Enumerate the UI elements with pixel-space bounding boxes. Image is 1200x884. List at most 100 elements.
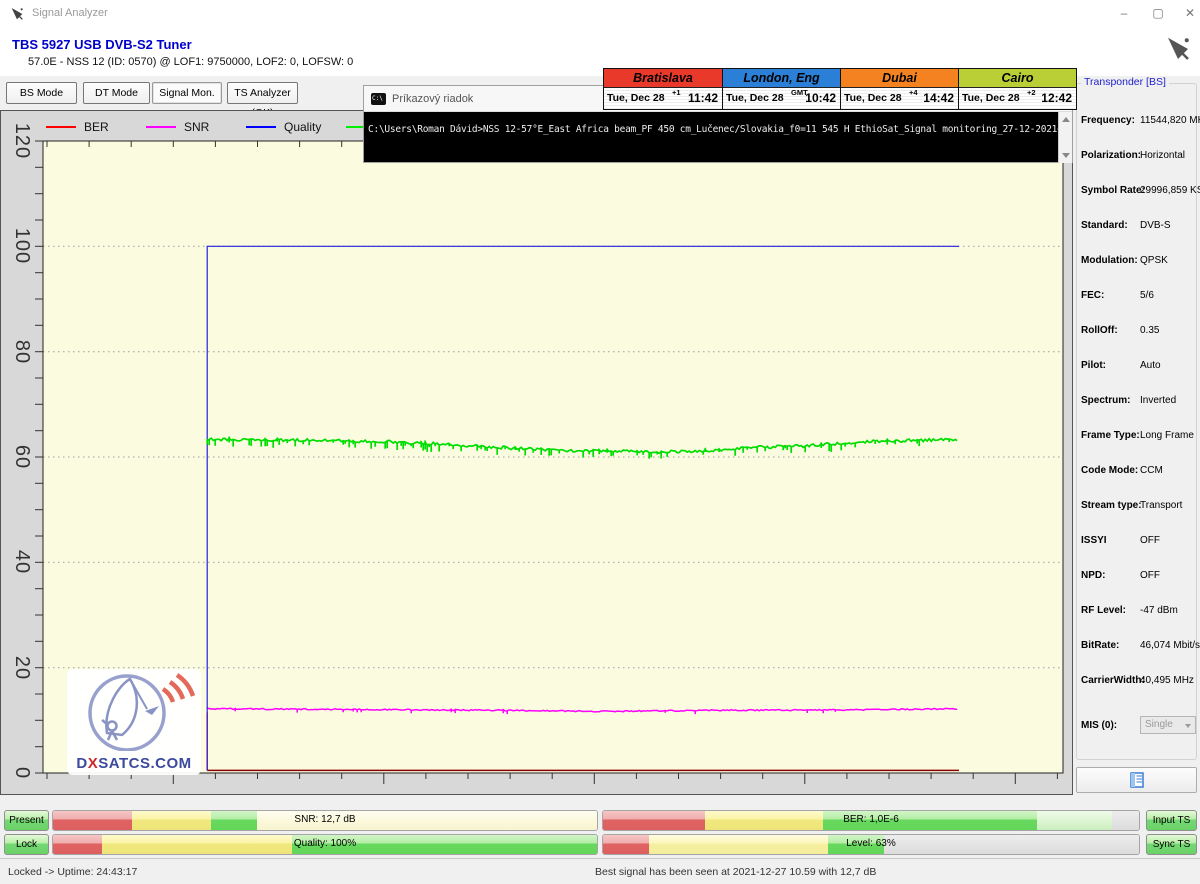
device-title: TBS 5927 USB DVB-S2 Tuner xyxy=(12,37,192,52)
transponder-value: 46,074 Mbit/s xyxy=(1140,640,1200,651)
level-meter-text: Level: 63% xyxy=(603,838,1139,849)
transponder-label: Spectrum: xyxy=(1081,395,1130,406)
transponder-row: NPD: OFF xyxy=(1081,570,1195,584)
clock-date-time: Tue, Dec 28GMT10:42 xyxy=(723,88,840,109)
list-icon xyxy=(1130,772,1144,788)
transponder-value: QPSK xyxy=(1140,255,1168,266)
toolbar-button-ts-analyzer-ok[interactable]: TS Analyzer (OK) xyxy=(227,82,298,104)
transponder-row: Frequency:11544,820 MHz xyxy=(1081,115,1195,129)
toolbar-button-dt-mode[interactable]: DT Mode xyxy=(83,82,150,104)
transponder-value: CCM xyxy=(1140,465,1163,476)
transponder-label: Frame Type: xyxy=(1081,430,1140,441)
titlebar: Signal Analyzer – ▢ ✕ xyxy=(0,0,1200,28)
transponder-label: Code Mode: xyxy=(1081,465,1138,476)
transponder-label: MIS (0): xyxy=(1081,720,1117,731)
transponder-row: Modulation:QPSK xyxy=(1081,255,1195,269)
transponder-groupbox: Transponder [BS] Frequency:11544,820 MHz… xyxy=(1076,83,1197,760)
transponder-row: Spectrum: Inverted xyxy=(1081,395,1195,409)
minimize-icon[interactable]: – xyxy=(1114,4,1134,22)
snr-meter-bar: SNR: 12,7 dB xyxy=(52,810,598,831)
signal-chart: BERSNRQualityLevel 020406080100120 DXSAT… xyxy=(0,110,1073,795)
transponder-label: BitRate: xyxy=(1081,640,1119,651)
transponder-row: Standard:DVB-S xyxy=(1081,220,1195,234)
dxsatcs-dish-graphic xyxy=(67,669,201,751)
console-scrollbar[interactable] xyxy=(1058,112,1072,163)
clock-bratislava: BratislavaTue, Dec 28+111:42 xyxy=(604,69,722,109)
ber-meter-text: BER: 1,0E-6 xyxy=(603,814,1139,825)
chevron-down-icon xyxy=(1185,724,1191,728)
transponder-label: RollOff: xyxy=(1081,325,1118,336)
transponder-label: CarrierWidth: xyxy=(1081,675,1145,686)
clock-date: Tue, Dec 28 xyxy=(962,92,1020,104)
y-axis-label: 20 xyxy=(8,651,36,685)
arrow-down-icon[interactable] xyxy=(1062,153,1070,158)
transponder-row: Frame Type:Long Frame xyxy=(1081,430,1195,444)
transponder-label: Frequency: xyxy=(1081,115,1135,126)
quality-meter-bar: Quality: 100% xyxy=(52,834,598,855)
clock-date-time: Tue, Dec 28+414:42 xyxy=(841,88,958,109)
clock-time: 11:42 xyxy=(688,91,718,105)
transponder-label: Modulation: xyxy=(1081,255,1138,266)
clock-utc-offset: +2 xyxy=(1027,88,1036,97)
lock-button[interactable]: Lock xyxy=(4,834,49,855)
cmd-prompt-icon: C:\ xyxy=(371,93,386,105)
clock-date-time: Tue, Dec 28 +2 12:42 xyxy=(959,88,1076,109)
toolbar-button-bs-mode[interactable]: BS Mode xyxy=(6,82,77,104)
window-title: Signal Analyzer xyxy=(32,7,108,19)
y-axis-label: 120 xyxy=(8,124,36,158)
transponder-label: Pilot: xyxy=(1081,360,1106,371)
transponder-row: Stream type:Transport xyxy=(1081,500,1195,514)
sync-ts-button[interactable]: Sync TS xyxy=(1146,834,1197,855)
toolbar-button-signal-mon[interactable]: Signal Mon. xyxy=(152,82,222,104)
signal-analyzer-window: Signal Analyzer – ▢ ✕ TBS 5927 USB DVB-S… xyxy=(0,0,1200,884)
transponder-list-button[interactable] xyxy=(1076,767,1197,793)
transponder-row: Pilot: Auto xyxy=(1081,360,1195,374)
clock-dubai: DubaiTue, Dec 28+414:42 xyxy=(840,69,958,109)
command-line-text: C:\Users\Roman Dávid>NSS 12-57°E_East Af… xyxy=(368,124,1058,135)
transponder-label: NPD: xyxy=(1081,570,1105,581)
window-header-area: Signal Analyzer – ▢ ✕ TBS 5927 USB DVB-S… xyxy=(0,0,1200,76)
clock-time: 10:42 xyxy=(805,91,836,105)
close-icon[interactable]: ✕ xyxy=(1180,4,1200,22)
dxsatcs-logo-text: DXSATCS.COM xyxy=(67,754,201,772)
tuning-info: 57.0E - NSS 12 (ID: 0570) @ LOF1: 975000… xyxy=(28,56,353,68)
transponder-value: Auto xyxy=(1140,360,1161,371)
ber-meter-bar: BER: 1,0E-6 xyxy=(602,810,1140,831)
clock-city-name: Dubai xyxy=(841,69,958,88)
transponder-value: Long Frame xyxy=(1140,430,1194,441)
transponder-label: Polarization: xyxy=(1081,150,1141,161)
transponder-value: 29996,859 KS/s xyxy=(1140,185,1200,196)
y-axis-label: 100 xyxy=(8,229,36,263)
mis-select[interactable]: Single xyxy=(1140,716,1196,734)
clock-date: Tue, Dec 28 xyxy=(844,92,902,104)
transponder-value: 11544,820 MHz xyxy=(1140,115,1200,126)
transponder-row: RF Level:-47 dBm xyxy=(1081,605,1195,619)
y-axis-label: 60 xyxy=(8,440,36,474)
transponder-value: Inverted xyxy=(1140,395,1176,406)
transponder-row: Symbol Rate:29996,859 KS/s xyxy=(1081,185,1195,199)
maximize-icon[interactable]: ▢ xyxy=(1148,4,1168,22)
transponder-row: BitRate:46,074 Mbit/s xyxy=(1081,640,1195,654)
present-button[interactable]: Present xyxy=(4,810,49,831)
transponder-value: 40,495 MHz xyxy=(1140,675,1194,686)
snr-meter-text: SNR: 12,7 dB xyxy=(53,814,597,825)
clock-city-name: Cairo xyxy=(959,69,1076,88)
transponder-row: FEC:5/6 xyxy=(1081,290,1195,304)
transponder-value: OFF xyxy=(1140,570,1160,581)
transponder-value: Horizontal xyxy=(1140,150,1185,161)
transponder-row: RollOff:0.35 xyxy=(1081,325,1195,339)
input-ts-button[interactable]: Input TS xyxy=(1146,810,1197,831)
transponder-row: Code Mode:CCM xyxy=(1081,465,1195,479)
transponder-value: -47 dBm xyxy=(1140,605,1178,616)
y-axis-label: 0 xyxy=(8,756,36,790)
transponder-row: CarrierWidth:40,495 MHz xyxy=(1081,675,1195,689)
clock-cairo: Cairo Tue, Dec 28 +2 12:42 xyxy=(958,69,1076,109)
transponder-value: OFF xyxy=(1140,535,1160,546)
transponder-panel: Transponder [BS] Frequency:11544,820 MHz… xyxy=(1075,75,1199,800)
transponder-value: DVB-S xyxy=(1140,220,1171,231)
clock-time: 12:42 xyxy=(1041,91,1072,105)
transponder-row: MIS (0):Single xyxy=(1081,720,1195,734)
transponder-row: Polarization:Horizontal xyxy=(1081,150,1195,164)
world-clocks: BratislavaTue, Dec 28+111:42London, EngT… xyxy=(603,68,1077,110)
arrow-up-icon[interactable] xyxy=(1062,117,1070,122)
